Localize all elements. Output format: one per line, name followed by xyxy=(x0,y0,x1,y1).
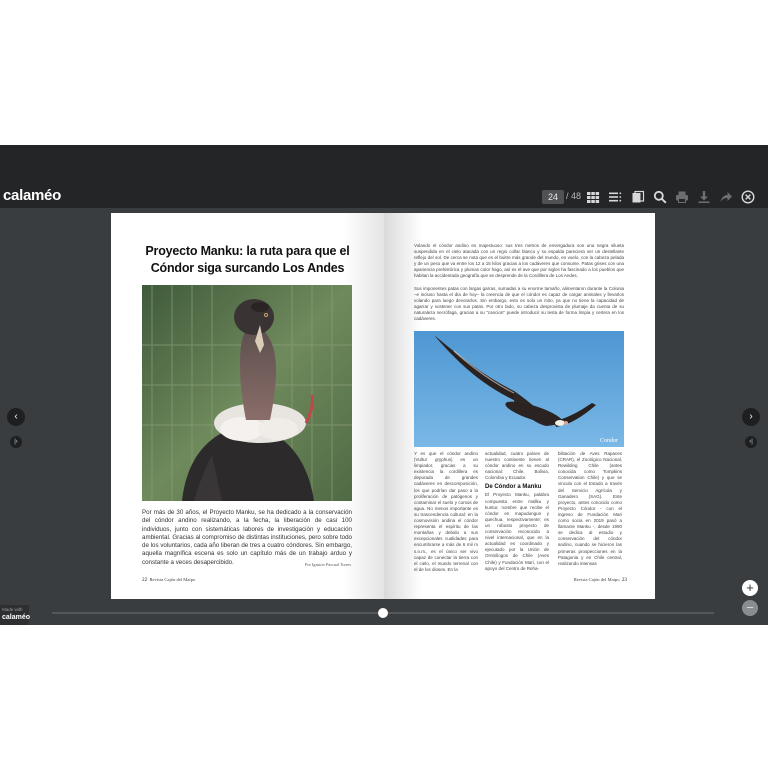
calameo-logo[interactable]: calaméo xyxy=(3,187,61,204)
right-page[interactable]: Volando el cóndor andino es majestuoso: … xyxy=(384,213,655,599)
library-icon[interactable] xyxy=(631,190,645,204)
close-icon[interactable] xyxy=(741,190,755,204)
first-page-button[interactable]: |‹ xyxy=(10,436,22,448)
photo-caption: Condor xyxy=(600,438,618,444)
right-page-number: 23 xyxy=(621,577,627,583)
next-page-button[interactable]: › xyxy=(742,408,760,426)
intro-paragraph-2: Sus imponentes patas con largas garras, … xyxy=(414,286,624,322)
left-page-number: 22 xyxy=(142,577,148,583)
article-title-line-1: Proyecto Manku: la ruta para que el xyxy=(145,244,350,258)
made-with-calameo-badge[interactable]: Made with calaméo xyxy=(0,605,31,625)
left-page[interactable]: Proyecto Manku: la ruta para que el Cónd… xyxy=(111,213,384,599)
left-page-footer-title: Revista Cajón del Maipo xyxy=(149,577,196,582)
text-column-3: bilitación de Aves Rapaces (CRAR), el Zo… xyxy=(558,451,622,566)
intro-paragraph-1: Volando el cóndor andino es majestuoso: … xyxy=(414,243,624,279)
madewith-logo: calaméo xyxy=(2,614,31,621)
column-2-text-b: El Proyecto Manku, palabra compuesta ent… xyxy=(485,492,549,571)
document-viewer: calaméo 24 / 48 Proyecto Manku: la ruta … xyxy=(0,145,768,625)
list-view-icon[interactable] xyxy=(608,190,622,204)
download-icon[interactable] xyxy=(697,190,711,204)
right-page-footer: Revista Cajón del Maipo 23 xyxy=(574,577,627,583)
share-icon[interactable] xyxy=(719,190,733,204)
print-icon[interactable] xyxy=(675,190,689,204)
article-title: Proyecto Manku: la ruta para que el Cónd… xyxy=(125,243,370,277)
column-2-text-a: actualidad, cuatro países de nuestro con… xyxy=(485,451,549,481)
author-byline: Por Ignacio Pascual Torres xyxy=(304,562,351,567)
zoom-out-button[interactable]: − xyxy=(742,600,758,616)
zoom-in-button[interactable]: + xyxy=(742,580,758,596)
page-total: / 48 xyxy=(566,191,582,201)
previous-page-button[interactable]: ‹ xyxy=(7,408,25,426)
lead-paragraph: Por más de 30 años, el Proyecto Manku, s… xyxy=(142,509,352,566)
condor-flight-photo: Condor xyxy=(414,331,624,447)
text-column-2: actualidad, cuatro países de nuestro con… xyxy=(485,451,549,572)
left-page-footer: 22 Revista Cajón del Maipo xyxy=(142,577,195,583)
last-page-button[interactable]: ›| xyxy=(745,436,757,448)
right-page-footer-title: Revista Cajón del Maipo xyxy=(573,577,620,582)
grid-view-icon[interactable] xyxy=(586,190,600,204)
top-toolbar: calaméo 24 / 48 xyxy=(0,145,768,208)
text-column-1: Y es que el cóndor andino (Vultur gryphu… xyxy=(414,451,478,572)
madewith-caption: Made with xyxy=(2,607,23,612)
article-title-line-2: Cóndor siga surcando Los Andes xyxy=(150,261,345,275)
section-subheading: De Cóndor a Manku xyxy=(485,484,542,491)
condor-portrait-photo xyxy=(142,285,352,501)
page-progress-handle[interactable] xyxy=(378,608,388,618)
search-icon[interactable] xyxy=(653,190,667,204)
page-number-input[interactable]: 24 xyxy=(542,190,564,204)
